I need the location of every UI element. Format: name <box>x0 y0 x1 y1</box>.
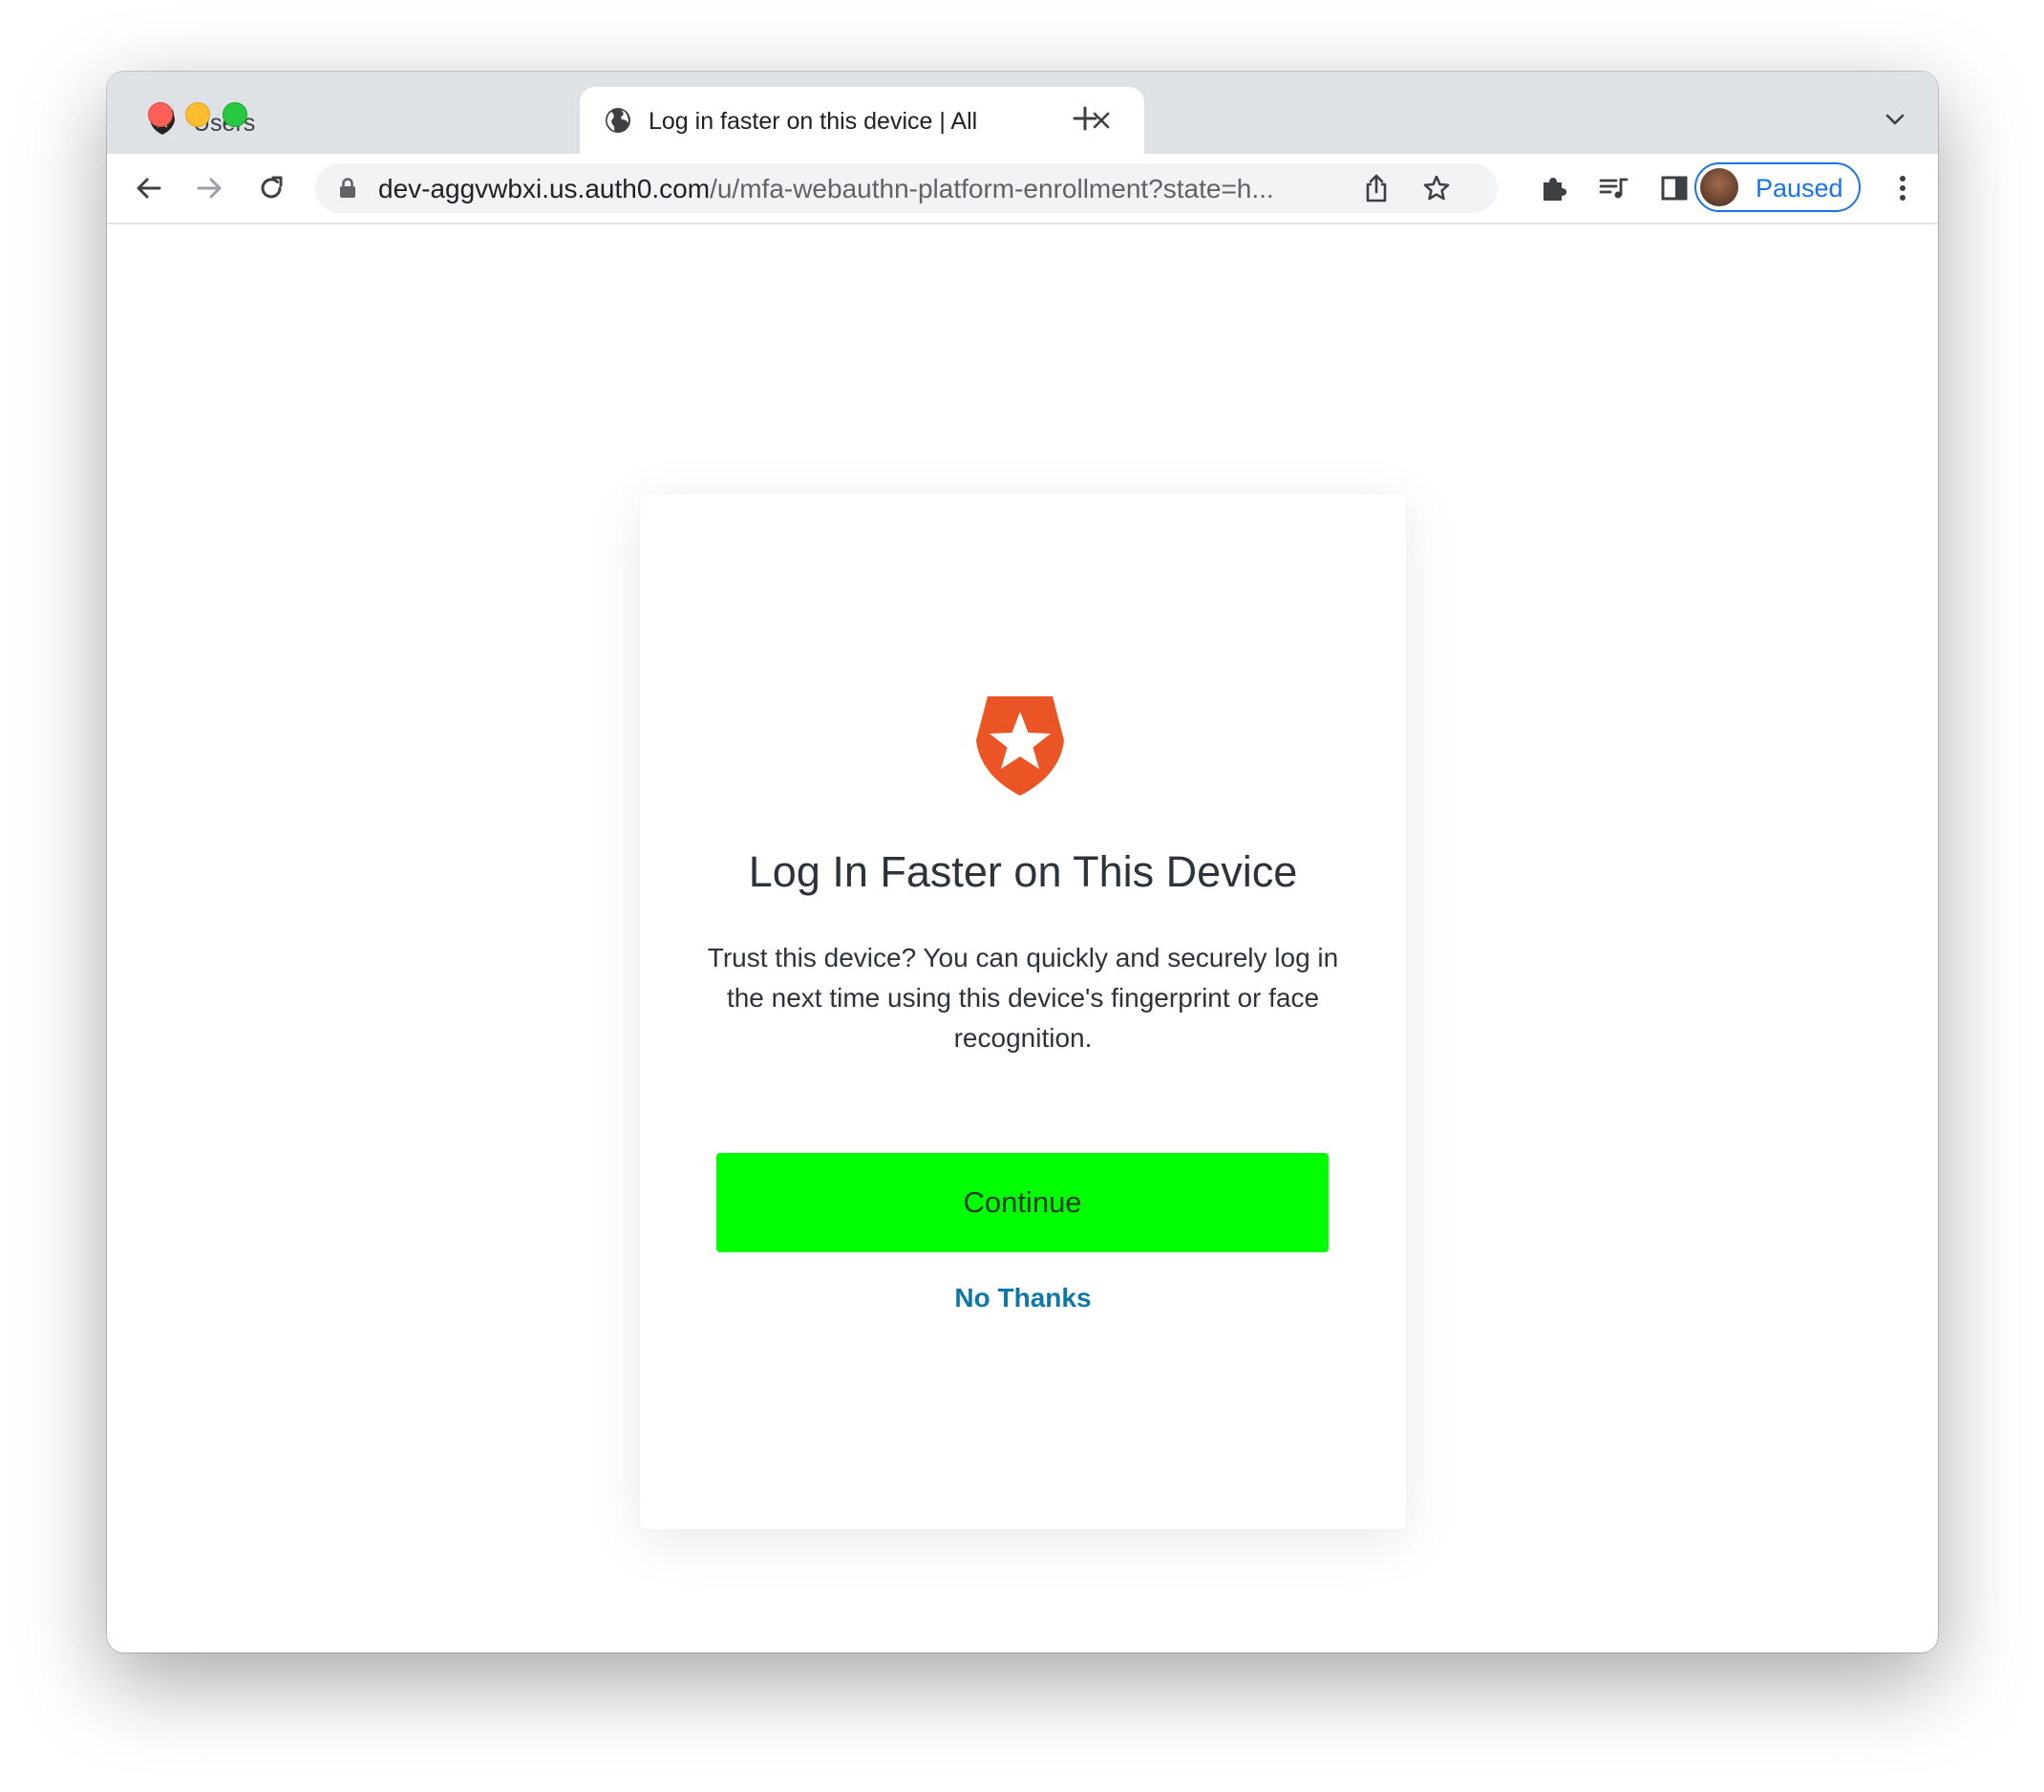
login-card: Log In Faster on This Device Trust this … <box>640 494 1406 1529</box>
browser-window: Users Log in faster on this device | All <box>107 72 1938 1653</box>
bookmark-button[interactable] <box>1417 169 1456 207</box>
menu-button[interactable] <box>1884 169 1922 207</box>
reload-button[interactable] <box>252 169 290 207</box>
address-bar[interactable]: dev-aggvwbxi.us.auth0.com/u/mfa-webauthn… <box>315 163 1498 213</box>
extensions-button[interactable] <box>1535 169 1573 207</box>
profile-button[interactable]: Paused <box>1694 162 1861 212</box>
arrow-left-icon <box>137 178 161 199</box>
reload-icon <box>261 176 283 199</box>
arrow-right-icon <box>197 178 222 199</box>
page-content: Log In Faster on This Device Trust this … <box>107 224 1938 1653</box>
forward-button[interactable] <box>190 169 228 207</box>
back-button[interactable] <box>130 169 168 207</box>
page-title: Log In Faster on This Device <box>748 847 1298 896</box>
no-thanks-link[interactable]: No Thanks <box>640 1283 1406 1313</box>
url-host: dev-aggvwbxi.us.auth0.com <box>378 174 711 203</box>
profile-status-label: Paused <box>1756 174 1843 203</box>
new-tab-button[interactable] <box>1068 101 1102 136</box>
puzzle-icon <box>1544 178 1566 201</box>
lock-icon <box>340 178 355 198</box>
share-icon <box>1366 174 1387 203</box>
media-controls-button[interactable] <box>1595 169 1633 207</box>
url-text: dev-aggvwbxi.us.auth0.com/u/mfa-webauthn… <box>378 174 1333 204</box>
continue-button[interactable]: Continue <box>716 1153 1329 1252</box>
playlist-music-icon <box>1599 178 1629 199</box>
auth0-logo-icon <box>976 696 1064 796</box>
tab-log-in-faster[interactable]: Log in faster on this device | All <box>580 87 1144 154</box>
page-description: Trust this device? You can quickly and s… <box>707 943 1339 1053</box>
browser-toolbar: dev-aggvwbxi.us.auth0.com/u/mfa-webauthn… <box>107 154 1938 224</box>
plus-icon <box>1073 106 1097 131</box>
tab-strip: Users Log in faster on this device | All <box>107 72 1938 154</box>
tab-search-button[interactable] <box>1880 104 1910 135</box>
chevron-down-icon <box>1885 114 1905 125</box>
tab-title: Log in faster on this device | All <box>649 108 978 135</box>
url-path: /u/mfa-webauthn-platform-enrollment?stat… <box>710 174 1274 203</box>
side-panel-icon <box>1661 176 1688 201</box>
close-window-button[interactable] <box>148 102 173 127</box>
avatar <box>1700 168 1738 206</box>
share-button[interactable] <box>1357 169 1395 207</box>
globe-icon <box>606 108 630 133</box>
side-panel-button[interactable] <box>1655 169 1693 207</box>
minimize-window-button[interactable] <box>185 102 210 127</box>
star-icon <box>1423 175 1450 201</box>
more-vert-icon <box>1900 176 1906 201</box>
zoom-window-button[interactable] <box>223 102 247 127</box>
